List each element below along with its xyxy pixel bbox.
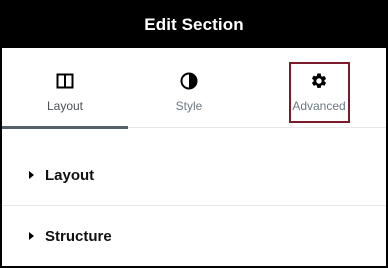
- caret-right-icon: [29, 232, 34, 240]
- tab-style-label: Style: [175, 99, 203, 113]
- panel-title: Edit Section: [144, 15, 244, 34]
- tab-advanced-label: Advanced: [292, 99, 346, 113]
- section-label-structure: Structure: [45, 227, 112, 245]
- columns-icon: [54, 70, 76, 92]
- tab-advanced[interactable]: Advanced: [252, 48, 386, 127]
- section-toggle-layout[interactable]: Layout: [2, 145, 386, 206]
- panel-header: Edit Section: [2, 2, 386, 48]
- section-label-layout: Layout: [45, 166, 95, 184]
- section-toggle-structure[interactable]: Structure: [2, 206, 386, 266]
- caret-right-icon: [29, 171, 34, 179]
- gear-icon: [308, 70, 330, 92]
- tab-bar: Layout Style Advanced: [2, 48, 386, 129]
- edit-section-panel: Edit Section Layout Style Advanced Layou…: [0, 0, 388, 268]
- tab-layout-label: Layout: [46, 99, 84, 113]
- tab-layout[interactable]: Layout: [2, 48, 128, 129]
- active-tab-indicator: [2, 126, 128, 129]
- tab-style[interactable]: Style: [126, 48, 252, 127]
- half-circle-icon: [178, 70, 200, 92]
